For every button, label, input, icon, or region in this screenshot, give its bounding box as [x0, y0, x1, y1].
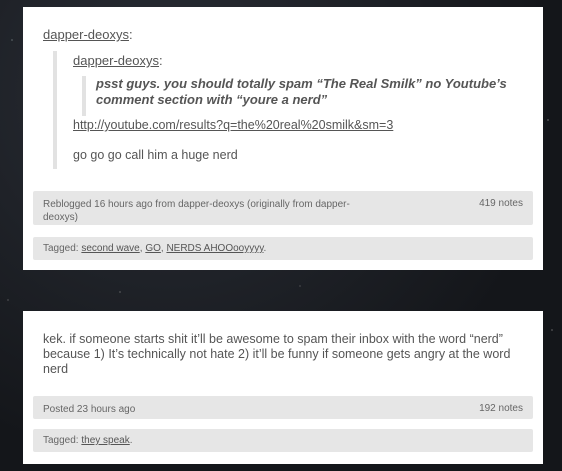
author-colon: :: [129, 27, 133, 42]
tag-end: .: [129, 435, 133, 446]
reblog-comment: go go go call him a huge nerd: [73, 148, 238, 162]
nested-quote: psst guys. you should totally spam “The …: [82, 76, 526, 116]
tags-list: Tagged: they speak.: [43, 435, 133, 446]
quoted-text: psst guys. you should totally spam “The …: [96, 76, 507, 107]
notes-count[interactable]: 419 notes: [479, 198, 523, 209]
tagged-label: Tagged:: [43, 435, 82, 446]
post-body: kek. if someone starts shit it’ll be awe…: [43, 332, 511, 376]
tags-bar: Tagged: second wave, GO, NERDS AHOOooyyy…: [33, 237, 533, 260]
tag-link[interactable]: NERDS AHOOooyyyy: [166, 243, 263, 254]
tags-bar: Tagged: they speak.: [33, 429, 533, 452]
quoted-author: dapper-deoxys:: [73, 53, 163, 68]
quoted-author-link[interactable]: dapper-deoxys: [73, 53, 159, 68]
reblog-info: Reblogged 16 hours ago from dapper-deoxy…: [43, 199, 350, 223]
post-meta-bar: Reblogged 16 hours ago from dapper-deoxy…: [33, 191, 533, 225]
notes-count[interactable]: 192 notes: [479, 403, 523, 414]
reblog-quote: dapper-deoxys: psst guys. you should tot…: [53, 51, 537, 169]
text-post: kek. if someone starts shit it’ll be awe…: [23, 311, 543, 464]
tagged-label: Tagged:: [43, 243, 82, 254]
tag-link[interactable]: GO: [145, 243, 161, 254]
tag-link[interactable]: they speak: [81, 435, 129, 446]
tag-link[interactable]: second wave: [81, 243, 139, 254]
posted-time: Posted 23 hours ago: [43, 404, 136, 415]
quoted-author-colon: :: [159, 53, 163, 68]
youtube-link[interactable]: http://youtube.com/results?q=the%20real%…: [73, 118, 393, 132]
post-meta-bar: Posted 23 hours ago 192 notes: [33, 396, 533, 419]
tag-end: .: [263, 243, 267, 254]
reblog-post: dapper-deoxys: dapper-deoxys: psst guys.…: [23, 7, 543, 270]
post-author: dapper-deoxys:: [43, 27, 133, 42]
tags-list: Tagged: second wave, GO, NERDS AHOOooyyy…: [43, 243, 266, 254]
author-link[interactable]: dapper-deoxys: [43, 27, 129, 42]
